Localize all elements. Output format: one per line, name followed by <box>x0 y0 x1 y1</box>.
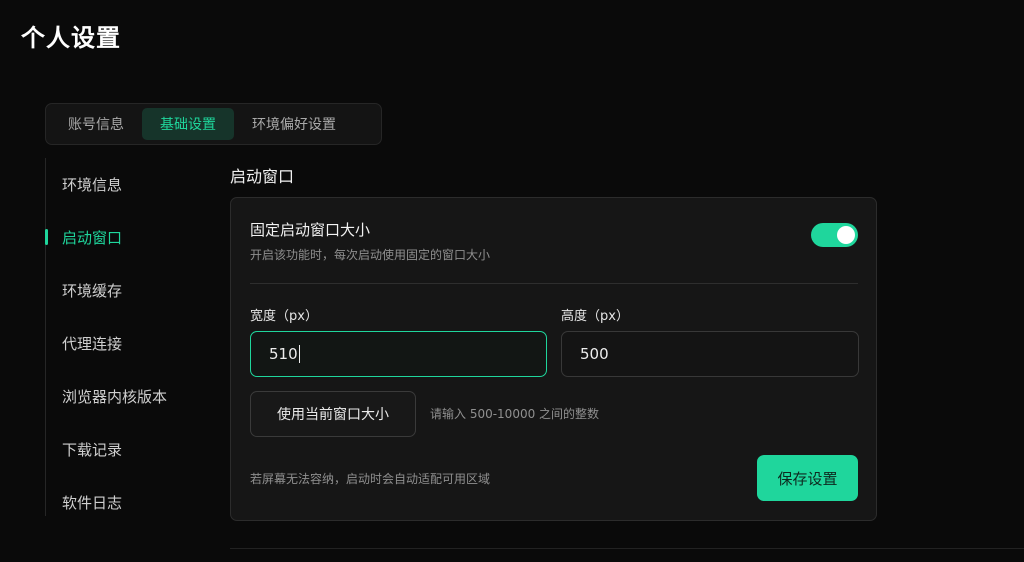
use-current-size-button[interactable]: 使用当前窗口大小 <box>250 391 416 437</box>
save-settings-button[interactable]: 保存设置 <box>757 455 858 501</box>
page-title: 个人设置 <box>21 24 121 52</box>
bottom-divider <box>230 548 1024 549</box>
divider <box>250 283 858 284</box>
tab-account-info[interactable]: 账号信息 <box>50 108 142 140</box>
startup-window-card: 固定启动窗口大小 开启该功能时，每次启动使用固定的窗口大小 宽度（px） 510… <box>230 197 877 521</box>
nav-item-proxy-connection[interactable]: 代理连接 <box>46 317 167 370</box>
width-value: 510 <box>269 345 298 363</box>
tab-basic-settings[interactable]: 基础设置 <box>142 108 234 140</box>
height-value: 500 <box>580 345 609 363</box>
settings-page: 个人设置 账号信息 基础设置 环境偏好设置 环境信息 启动窗口 环境缓存 代理连… <box>0 0 1024 562</box>
footer-note: 若屏幕无法容纳，启动时会自动适配可用区域 <box>250 472 491 486</box>
width-label: 宽度（px） <box>250 309 318 324</box>
nav-item-browser-kernel[interactable]: 浏览器内核版本 <box>46 370 167 423</box>
side-nav: 环境信息 启动窗口 环境缓存 代理连接 浏览器内核版本 下载记录 软件日志 <box>44 158 167 516</box>
nav-item-startup-window[interactable]: 启动窗口 <box>44 211 167 264</box>
fixed-size-label: 固定启动窗口大小 <box>250 221 371 239</box>
height-input[interactable]: 500 <box>561 331 859 377</box>
nav-item-software-logs[interactable]: 软件日志 <box>46 476 167 529</box>
width-input[interactable]: 510 <box>250 331 547 377</box>
fixed-size-toggle[interactable] <box>811 223 858 247</box>
range-hint: 请输入 500-10000 之间的整数 <box>430 407 600 421</box>
height-label: 高度（px） <box>561 309 629 324</box>
tab-environment-preferences[interactable]: 环境偏好设置 <box>234 108 354 140</box>
toggle-knob <box>837 226 855 244</box>
nav-item-environment-cache[interactable]: 环境缓存 <box>46 264 167 317</box>
fixed-size-description: 开启该功能时，每次启动使用固定的窗口大小 <box>250 248 491 262</box>
nav-item-environment-info[interactable]: 环境信息 <box>46 158 167 211</box>
nav-item-download-history[interactable]: 下载记录 <box>46 423 167 476</box>
text-caret <box>298 345 300 363</box>
settings-tabs: 账号信息 基础设置 环境偏好设置 <box>45 103 382 145</box>
section-title: 启动窗口 <box>230 167 295 186</box>
